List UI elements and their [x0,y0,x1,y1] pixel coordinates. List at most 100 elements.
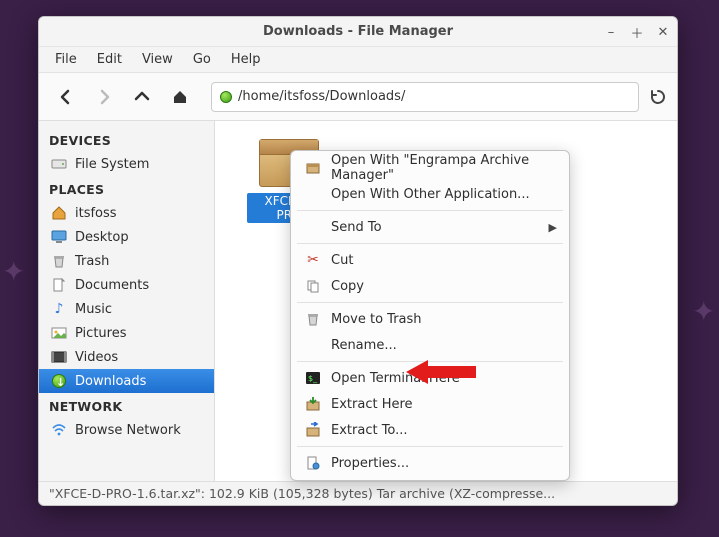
arrow-left-icon [58,89,74,105]
close-button[interactable]: ✕ [655,25,671,40]
maximize-button[interactable]: ＋ [629,23,645,42]
ctx-label: Cut [331,253,353,268]
sidebar-item-home[interactable]: itsfoss [39,201,214,225]
sidebar-item-network[interactable]: Browse Network [39,418,214,442]
home-icon [51,205,67,221]
home-button[interactable] [163,80,197,114]
blank-icon [305,186,321,202]
back-button[interactable] [49,80,83,114]
ctx-rename[interactable]: Rename... [291,332,569,358]
archive-icon [305,160,321,176]
ctx-separator [297,302,563,303]
context-menu: Open With "Engrampa Archive Manager" Ope… [290,150,570,481]
menu-file[interactable]: File [45,49,87,70]
music-icon: ♪ [51,301,67,317]
sidebar-item-label: Pictures [75,326,126,341]
menu-help[interactable]: Help [221,49,271,70]
sidebar-head-places: PLACES [39,176,214,201]
toolbar: /home/itsfoss/Downloads/ [39,73,677,121]
terminal-icon: $_ [305,370,321,386]
sidebar-item-label: Trash [75,254,109,269]
folder-icon [51,277,67,293]
sidebar-item-label: Documents [75,278,149,293]
submenu-arrow-icon: ▶ [549,221,557,234]
sidebar-item-label: Browse Network [75,423,181,438]
background-star: ✦ [2,255,25,288]
location-icon [220,91,232,103]
window-controls: – ＋ ✕ [603,17,671,47]
menu-view[interactable]: View [132,49,183,70]
blank-icon [305,337,321,353]
sidebar-item-label: File System [75,157,149,172]
desktop-icon [51,229,67,245]
window-title: Downloads - File Manager [263,24,453,39]
drive-icon [51,156,67,172]
ctx-label: Extract To... [331,423,408,438]
ctx-separator [297,243,563,244]
ctx-label: Open With Other Application... [331,187,530,202]
ctx-extract-to[interactable]: Extract To... [291,417,569,443]
downloads-icon: ↓ [51,373,67,389]
ctx-separator [297,446,563,447]
ctx-label: Open Terminal Here [331,371,460,386]
ctx-label: Rename... [331,338,397,353]
location-bar[interactable]: /home/itsfoss/Downloads/ [211,82,639,112]
trash-icon [51,253,67,269]
ctx-cut[interactable]: ✂ Cut [291,247,569,273]
ctx-move-to-trash[interactable]: Move to Trash [291,306,569,332]
sidebar-item-downloads[interactable]: ↓ Downloads [39,369,214,393]
ctx-open-with-engrampa[interactable]: Open With "Engrampa Archive Manager" [291,155,569,181]
cut-icon: ✂ [305,252,321,268]
minimize-button[interactable]: – [603,25,619,40]
ctx-open-terminal[interactable]: $_ Open Terminal Here [291,365,569,391]
status-bar: "XFCE-D-PRO-1.6.tar.xz": 102.9 KiB (105,… [39,481,677,505]
menu-go[interactable]: Go [183,49,221,70]
properties-icon [305,455,321,471]
ctx-label: Send To [331,220,382,235]
ctx-label: Extract Here [331,397,413,412]
sidebar-item-label: Videos [75,350,118,365]
sidebar-head-network: NETWORK [39,393,214,418]
videos-icon [51,349,67,365]
home-icon [172,89,188,105]
extract-icon [305,396,321,412]
menu-edit[interactable]: Edit [87,49,132,70]
ctx-label: Properties... [331,456,409,471]
arrow-up-icon [134,89,150,105]
reload-icon [649,88,667,106]
ctx-separator [297,210,563,211]
ctx-copy[interactable]: Copy [291,273,569,299]
menubar: File Edit View Go Help [39,47,677,73]
sidebar-item-filesystem[interactable]: File System [39,152,214,176]
background-star: ✦ [692,295,715,328]
ctx-separator [297,361,563,362]
ctx-extract-here[interactable]: Extract Here [291,391,569,417]
up-button[interactable] [125,80,159,114]
status-text: "XFCE-D-PRO-1.6.tar.xz": 102.9 KiB (105,… [49,486,555,501]
ctx-properties[interactable]: Properties... [291,450,569,476]
sidebar-item-documents[interactable]: Documents [39,273,214,297]
sidebar-item-label: Music [75,302,112,317]
ctx-label: Move to Trash [331,312,422,327]
sidebar-item-videos[interactable]: Videos [39,345,214,369]
reload-button[interactable] [649,88,667,106]
titlebar: Downloads - File Manager – ＋ ✕ [39,17,677,47]
arrow-right-icon [96,89,112,105]
blank-icon [305,219,321,235]
ctx-label: Open With "Engrampa Archive Manager" [331,153,555,183]
ctx-label: Copy [331,279,364,294]
sidebar-item-label: itsfoss [75,206,117,221]
sidebar-item-label: Desktop [75,230,129,245]
location-text: /home/itsfoss/Downloads/ [238,89,630,104]
extract-to-icon [305,422,321,438]
ctx-open-with-other[interactable]: Open With Other Application... [291,181,569,207]
svg-text:$_: $_ [308,374,318,383]
sidebar-item-trash[interactable]: Trash [39,249,214,273]
ctx-send-to[interactable]: Send To ▶ [291,214,569,240]
sidebar-item-desktop[interactable]: Desktop [39,225,214,249]
sidebar-item-pictures[interactable]: Pictures [39,321,214,345]
forward-button[interactable] [87,80,121,114]
sidebar-item-music[interactable]: ♪ Music [39,297,214,321]
pictures-icon [51,325,67,341]
sidebar: DEVICES File System PLACES itsfoss Deskt… [39,121,215,481]
